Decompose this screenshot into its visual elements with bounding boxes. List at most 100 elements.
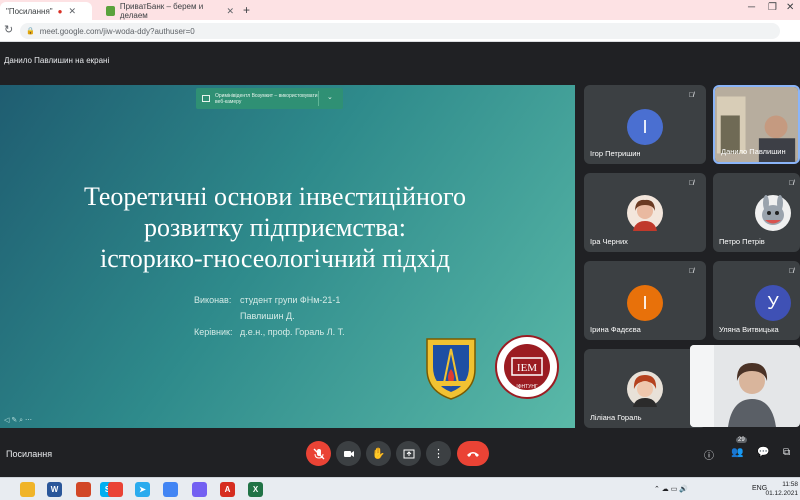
avatar: І [627,285,663,321]
iem-logo-icon: ІЕМ ІФНТУНГ [495,335,559,399]
mic-toggle-button[interactable] [306,441,331,466]
participant-name: Іра Черних [590,237,628,246]
activities-icon[interactable]: ⧉ [783,447,790,458]
zoom-icon[interactable]: ⌕ [19,417,23,424]
mic-off-icon: 🎙̸ [788,268,794,275]
privatbank-favicon-icon [106,6,115,16]
mic-off-icon: 🎙̸ [788,180,794,187]
self-camera-feed-icon [690,345,800,427]
maximize-icon[interactable]: ❐ [768,2,777,13]
university-logo-icon [426,338,476,400]
self-view[interactable] [690,345,800,427]
participant-name: Петро Петрів [719,237,765,246]
viber-icon[interactable] [192,482,207,497]
clock-date: 01.12.2021 [765,490,798,497]
tray-icons[interactable]: ⌃ ☁ ▭ 🔊 [654,485,688,493]
more-vert-icon: ⋮ [433,448,444,460]
avatar: У [755,285,791,321]
raise-hand-button[interactable]: ✋ [366,441,391,466]
lock-icon: 🔒 [26,28,35,35]
camera-icon [343,450,354,457]
windows-taskbar: W S ➤ A X ⌃ ☁ ▭ 🔊 ENG 11:58 01.12.2021 [0,477,800,500]
presenting-label: Данило Павлишин на екрані [4,56,110,65]
participant-count-badge: 29 [736,437,747,443]
pen-icon[interactable]: ✎ [11,417,17,424]
banner-divider [318,91,319,106]
iem-logo-subtext: ІФНТУНГ [516,384,538,390]
presentation-slide: Оримінівідентл Возумкит – використовуват… [0,85,575,428]
prev-icon[interactable]: ◁ [4,417,9,424]
more-options-button[interactable]: ⋮ [426,441,451,466]
slide-title-line: Теоретичні основи інвестиційного [83,182,466,211]
mic-off-icon [313,448,324,459]
address-bar-row: ↻ 🔒 meet.google.com/jiw-woda-ddy?authuse… [0,20,800,42]
mic-off-icon: 🎙̸ [688,180,694,187]
chevron-down-icon[interactable]: ⌄ [327,93,333,101]
camera-icon [202,95,210,102]
new-tab-button[interactable]: + [243,3,250,17]
participant-tile[interactable]: 🎙̸ Іра Черних [584,173,706,252]
url-field[interactable]: 🔒 meet.google.com/jiw-woda-ddy?authuser=… [20,23,780,39]
telegram-icon[interactable]: ➤ [135,482,150,497]
mic-off-icon: 🎙̸ [688,268,694,275]
present-button[interactable] [396,441,421,466]
excel-icon[interactable]: X [248,482,263,497]
url-text: meet.google.com/jiw-woda-ddy?authuser=0 [39,26,195,36]
reload-icon[interactable]: ↻ [4,23,13,36]
slide-title: Теоретичні основи інвестиційного розвитк… [60,181,490,274]
webcam-banner[interactable]: Оримінівідентл Возумкит – використовуват… [196,88,343,109]
participant-tile[interactable]: 🎙̸ І Ігор Петришин [584,85,706,164]
participant-tile[interactable]: 🎙̸ І Ірина Фадєєва [584,261,706,340]
chrome-icon[interactable] [108,482,123,497]
participant-tile[interactable]: 🎙̸ У Уляна Витвицька [713,261,800,340]
info-icon[interactable]: ⓘ [704,447,714,462]
avatar-photo-icon [627,195,663,231]
participant-tile[interactable]: 🎙̸ Петро Петрів [713,173,800,252]
tab-title: "Посилання" [6,6,53,16]
more-icon[interactable]: ⋯ [25,417,32,424]
participant-name: Уляна Витвицька [719,325,779,334]
pdf-reader-icon[interactable]: A [220,482,235,497]
minimize-icon[interactable]: ─ [748,2,755,13]
meta-label: Керівник: [194,327,233,337]
meet-header: Данило Павлишин на екрані [0,42,800,80]
file-explorer-icon[interactable] [20,482,35,497]
meet-control-bar: Посилання ✋ ⋮ ⓘ 29 👥 💬 ⧉ [0,435,800,475]
meta-value: студент групи ФНм-21-1 [240,295,341,305]
close-window-icon[interactable]: ✕ [786,2,794,13]
avatar: І [627,109,663,145]
people-icon[interactable]: 👥 [731,447,743,458]
word-icon[interactable]: W [47,482,62,497]
close-tab-icon[interactable]: ✕ [226,6,234,17]
system-clock[interactable]: 11:58 01.12.2021 [765,480,798,498]
present-screen-icon [403,449,414,458]
meta-label: Виконав: [194,295,232,305]
participant-tile[interactable]: Ліліана Гораль [584,349,706,428]
participant-name: Ліліана Гораль [590,413,642,422]
meeting-title: Посилання [6,449,53,459]
banner-text: Оримінівідентл Возумкит – використовуват… [215,92,318,105]
meta-value: д.е.н., проф. Гораль Л. Т. [240,327,345,337]
slide-title-line: розвитку підприємства: [144,213,406,242]
tab-privatbank[interactable]: ПриватБанк – берем и делаем ✕ [100,2,240,20]
end-call-button[interactable] [457,441,489,466]
camera-toggle-button[interactable] [336,441,361,466]
onenote-icon[interactable] [76,482,91,497]
meta-value: Павлишин Д. [240,311,295,321]
tab-meet[interactable]: "Посилання" ● ✕ [0,2,92,20]
tab-title: ПриватБанк – берем и делаем [119,2,204,20]
record-dot-icon: ● [57,6,63,16]
participant-tile-pinned[interactable]: Данило Павлишин [713,85,800,164]
avatar-photo-icon [755,195,791,231]
browser-tab-bar: "Посилання" ● ✕ ПриватБанк – берем и дел… [0,0,800,20]
slide-meta: Виконав: студент групи ФНм-21-1 Павлишин … [194,295,345,343]
iem-logo-text: ІЕМ [517,362,537,374]
mic-off-icon: 🎙̸ [688,92,694,99]
close-tab-icon[interactable]: ✕ [68,6,76,17]
hand-icon: ✋ [371,448,386,460]
chat-icon[interactable]: 💬 [757,447,769,458]
slide-toolbar: ◁ ✎ ⌕ ⋯ [4,416,32,425]
clock-time: 11:58 [782,481,798,488]
chrome-active-icon[interactable] [163,482,178,497]
hang-up-icon [467,451,479,457]
